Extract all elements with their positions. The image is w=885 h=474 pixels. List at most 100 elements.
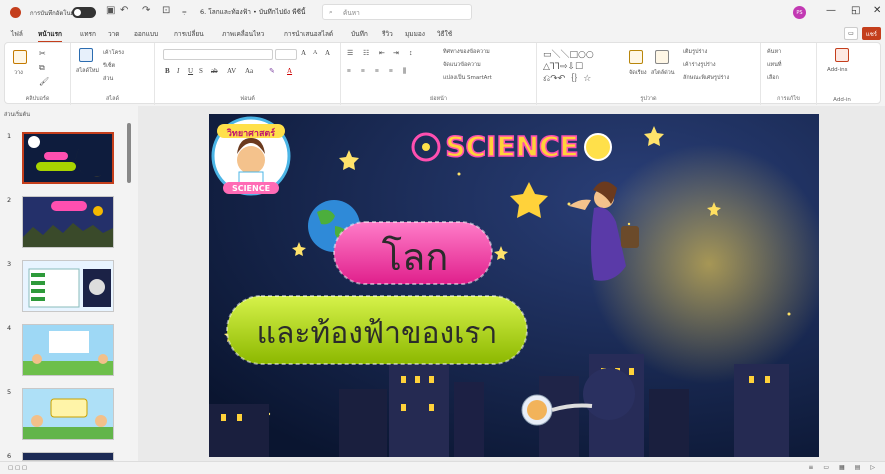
underline-icon[interactable]: U xyxy=(188,67,193,75)
present-icon[interactable]: ⊡ xyxy=(162,5,170,16)
addins-icon[interactable] xyxy=(835,48,849,62)
new-slide-label[interactable]: สไลด์ใหม่ xyxy=(76,67,99,75)
select-button[interactable]: เลือก xyxy=(767,74,779,82)
addins-label[interactable]: Add-ins xyxy=(827,67,848,73)
tab-home[interactable]: หน้าแรก xyxy=(38,29,62,43)
slideshow-view-icon[interactable]: ▷ xyxy=(870,464,875,471)
notes-icon[interactable]: ≡ xyxy=(808,464,813,471)
new-slide-icon[interactable] xyxy=(79,48,93,62)
shapes-gallery[interactable]: ▭＼＼□○○ △⅂⅂⇨⇩☐ ⎌↷↶｛｝☆ xyxy=(543,49,621,85)
slide-thumbnail-6[interactable] xyxy=(22,452,114,461)
paste-label[interactable]: วาง xyxy=(14,69,23,77)
tab-transitions[interactable]: การเปลี่ยน xyxy=(174,29,204,39)
normal-view-icon[interactable]: ▭ xyxy=(823,464,829,471)
bold-icon[interactable]: B xyxy=(165,67,170,75)
char-spacing-icon[interactable]: AV xyxy=(227,67,236,75)
quick-styles-icon[interactable] xyxy=(655,50,669,64)
comments-button[interactable]: ▭ xyxy=(844,27,858,40)
strikethrough-icon[interactable]: ab xyxy=(211,67,218,75)
slide-thumbnail-3[interactable] xyxy=(22,260,114,312)
line-spacing-icon[interactable]: ↕ xyxy=(409,49,413,57)
paste-icon[interactable] xyxy=(13,50,27,64)
avatar[interactable]: PS xyxy=(793,6,806,19)
layout-button[interactable]: เค้าโครง xyxy=(103,49,124,57)
tab-file[interactable]: ไฟล์ xyxy=(11,29,23,39)
justify-icon[interactable]: ≡ xyxy=(389,67,393,75)
customize-toolbar-icon[interactable]: ⩦ xyxy=(182,7,187,17)
slide-thumbnail-pane: ส่วนเริ่มต้น 1 2 3 4 5 6 xyxy=(0,106,138,461)
tab-view[interactable]: มุมมอง xyxy=(405,29,425,39)
search-box[interactable]: ⌕ ค้นหา xyxy=(322,4,472,20)
tab-animations[interactable]: ภาพเคลื่อนไหว xyxy=(222,29,264,39)
paragraph-group-label: ย่อหน้า xyxy=(430,96,447,102)
close-icon[interactable]: ✕ xyxy=(873,5,881,16)
tab-slideshow[interactable]: การนำเสนอสไลด์ xyxy=(284,29,333,39)
slide-sorter-icon[interactable]: ▦ xyxy=(839,464,845,471)
slide-editor-canvas: วิทยาศาสตร์ SCIENCE SCIENCE โลก และท้องฟ… xyxy=(138,106,885,461)
highlight-icon[interactable]: ✎ xyxy=(269,67,275,75)
increase-indent-icon[interactable]: ⇥ xyxy=(393,49,399,57)
italic-icon[interactable]: I xyxy=(177,67,179,75)
badge-text: วิทยาศาสตร์ xyxy=(226,127,275,139)
convert-smartart-button[interactable]: แปลงเป็น SmartArt xyxy=(443,74,492,82)
numbering-icon[interactable]: ☷ xyxy=(363,49,369,57)
tab-review[interactable]: รีวิว xyxy=(382,29,393,39)
align-text-button[interactable]: จัดแนวข้อความ xyxy=(443,61,481,69)
align-center-icon[interactable]: ≡ xyxy=(361,67,365,75)
slide-thumbnail-5[interactable] xyxy=(22,388,114,440)
reading-view-icon[interactable]: ▤ xyxy=(855,464,861,471)
slide-title[interactable]: โลก xyxy=(382,235,449,279)
slide-thumbnail-1[interactable] xyxy=(22,132,114,184)
section-heading[interactable]: ส่วนเริ่มต้น xyxy=(4,111,30,119)
save-icon[interactable]: ▣ xyxy=(106,5,115,16)
text-direction-button[interactable]: ทิศทางของข้อความ xyxy=(443,48,490,56)
font-name-combo[interactable] xyxy=(163,49,273,60)
cut-icon[interactable]: ✂ xyxy=(39,49,46,58)
align-left-icon[interactable]: ≡ xyxy=(347,67,351,75)
section-button[interactable]: ส่วน xyxy=(103,75,113,83)
shape-fill-button[interactable]: เติมรูปร่าง xyxy=(683,48,707,56)
shadow-icon[interactable]: S xyxy=(199,67,203,75)
clear-format-icon[interactable]: A xyxy=(325,49,330,57)
minimize-icon[interactable]: — xyxy=(826,5,836,16)
decrease-indent-icon[interactable]: ⇤ xyxy=(379,49,385,57)
tab-record[interactable]: บันทึก xyxy=(351,29,368,39)
find-button[interactable]: ค้นหา xyxy=(767,48,781,56)
shape-outline-button[interactable]: เค้าร่างรูปร่าง xyxy=(683,61,716,69)
arrange-label[interactable]: จัดเรียง xyxy=(629,69,647,77)
thumbnail-scrollbar[interactable] xyxy=(127,111,132,461)
reset-button[interactable]: รีเซ็ต xyxy=(103,62,115,70)
tab-design[interactable]: ออกแบบ xyxy=(134,29,158,39)
current-slide[interactable]: วิทยาศาสตร์ SCIENCE SCIENCE โลก และท้องฟ… xyxy=(209,114,819,457)
tab-draw[interactable]: วาด xyxy=(108,29,120,39)
quick-styles-label[interactable]: สไตล์ด่วน xyxy=(651,69,675,77)
align-right-icon[interactable]: ≡ xyxy=(375,67,379,75)
thumbnail-2-image xyxy=(23,197,113,247)
slide-thumbnail-2[interactable] xyxy=(22,196,114,248)
tab-insert[interactable]: แทรก xyxy=(80,29,96,39)
replace-button[interactable]: แทนที่ xyxy=(767,61,782,69)
slide-artwork: วิทยาศาสตร์ SCIENCE SCIENCE โลก และท้องฟ… xyxy=(209,114,819,457)
bullets-icon[interactable]: ☰ xyxy=(347,49,353,57)
scrollbar-thumb[interactable] xyxy=(127,123,131,183)
columns-icon[interactable]: ⫼ xyxy=(403,67,406,76)
font-color-icon[interactable]: A xyxy=(287,67,292,75)
shape-effects-button[interactable]: ลักษณะพิเศษรูปร่าง xyxy=(683,74,729,82)
slide-thumbnail-4[interactable] xyxy=(22,324,114,376)
share-button[interactable]: แชร์ xyxy=(861,27,881,40)
increase-font-icon[interactable]: A xyxy=(301,49,306,57)
redo-icon[interactable]: ↷ xyxy=(142,5,150,16)
document-title[interactable]: 6. โลกและท้องฟ้า • บันทึกไปยัง พีซีนี้ xyxy=(200,7,305,17)
change-case-icon[interactable]: Aa xyxy=(245,67,253,75)
copy-icon[interactable]: ⧉ xyxy=(39,63,45,73)
tab-help[interactable]: วิธีใช้ xyxy=(437,29,452,39)
font-size-combo[interactable] xyxy=(275,49,297,60)
comment-icon: ▭ xyxy=(848,30,854,37)
format-painter-icon[interactable]: 🖌 xyxy=(39,77,49,86)
decrease-font-icon[interactable]: A xyxy=(313,50,317,56)
autosave-toggle[interactable] xyxy=(72,7,96,18)
restore-icon[interactable]: ◱ xyxy=(851,5,860,16)
undo-icon[interactable]: ↶ xyxy=(120,5,128,16)
slide-subtitle[interactable]: และท้องฟ้าของเรา xyxy=(257,316,498,351)
arrange-icon[interactable] xyxy=(629,50,643,64)
